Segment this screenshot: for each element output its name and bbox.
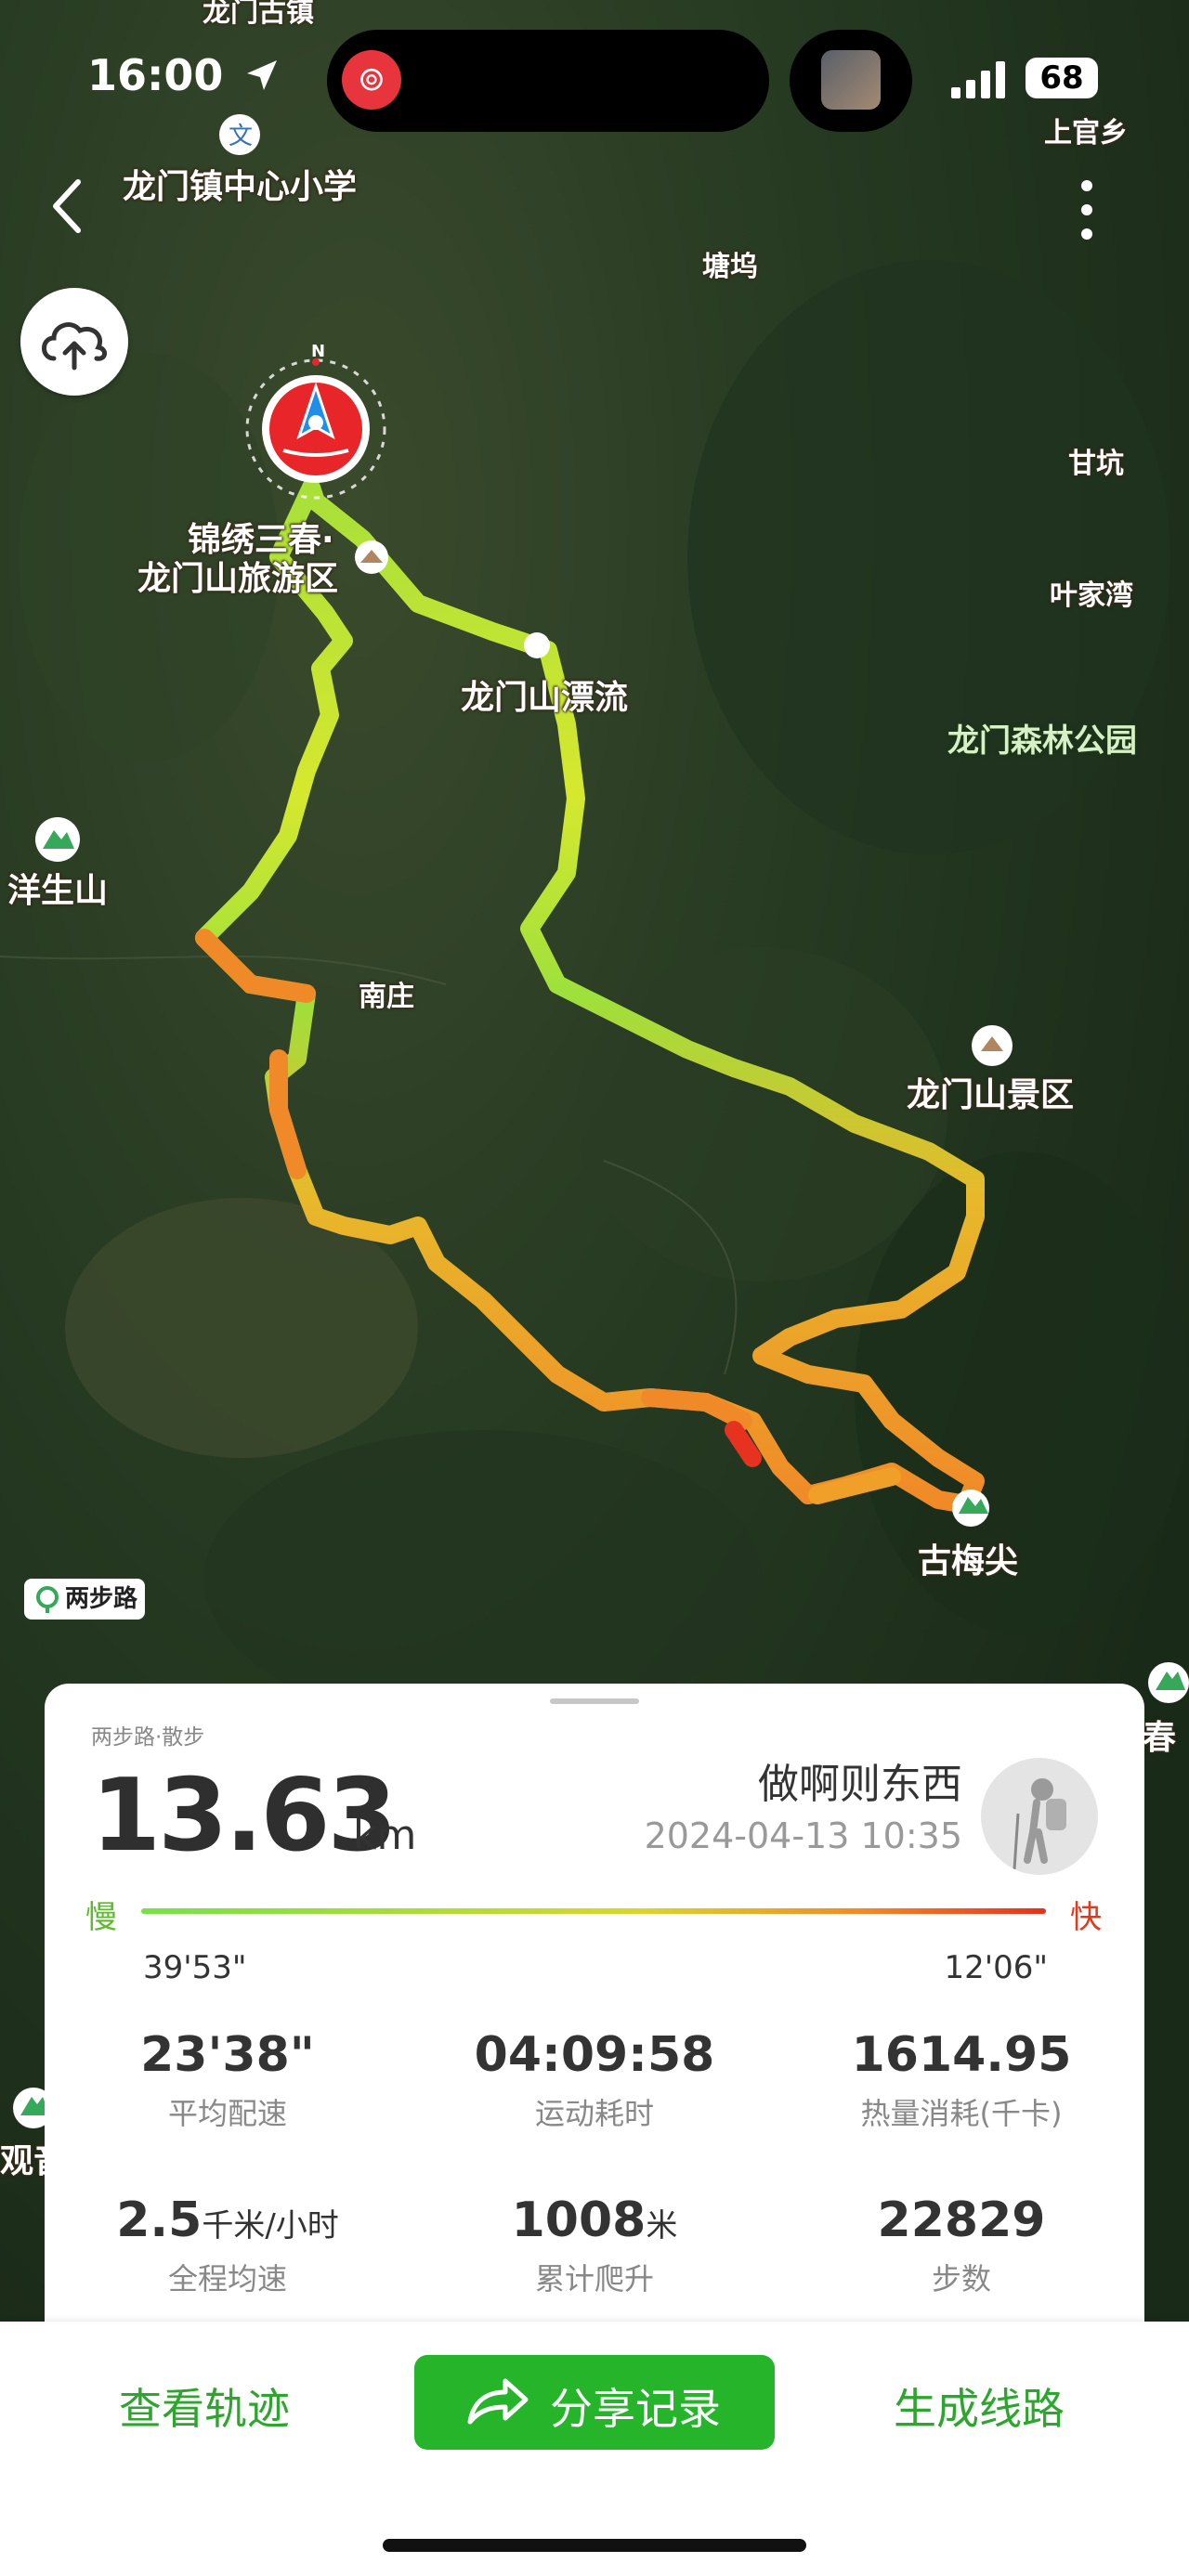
more-vertical-icon: [1081, 180, 1092, 240]
view-track-button[interactable]: 查看轨迹: [119, 2375, 290, 2437]
map-label: 上官乡: [1044, 117, 1128, 150]
distance-unit: km: [353, 1812, 417, 1859]
stat-calories: 1614.95 热量消耗(千卡): [851, 2027, 1072, 2131]
map-label: 龙门古镇: [203, 0, 314, 29]
cellular-signal-icon: [951, 61, 1005, 98]
pace-slowest-value: 39'53": [143, 1949, 247, 1986]
map-label: 龙门森林公园: [947, 722, 1137, 760]
map-label: 龙门镇中心小学: [123, 168, 358, 206]
more-options-button[interactable]: [1068, 173, 1105, 247]
map-label: 龙门山旅游区: [137, 560, 339, 598]
share-arrow-icon: [467, 2378, 529, 2425]
status-time: 16:00: [87, 50, 281, 100]
map-label: 叶家湾: [1050, 579, 1133, 612]
stat-steps: 22829 步数: [877, 2192, 1046, 2296]
map-label: 南庄: [359, 981, 414, 1013]
pace-fastest-value: 12'06": [944, 1949, 1048, 1986]
music-app-icon[interactable]: ⊚: [342, 50, 401, 110]
map-label: 古梅尖: [918, 1542, 1019, 1581]
activity-datetime: 2024-04-13 10:35: [644, 1815, 962, 1856]
app-brand-logo: 两步路: [24, 1579, 145, 1620]
compass-n: N: [311, 342, 325, 361]
map-label: 龙门山漂流: [461, 679, 629, 717]
distance-value: 13.63: [91, 1758, 398, 1874]
rafting-poi-icon: [524, 632, 550, 658]
cloud-upload-icon: [42, 322, 107, 371]
back-button[interactable]: [48, 176, 104, 243]
avatar[interactable]: [981, 1758, 1098, 1875]
stat-avg-speed: 2.5千米/小时 全程均速: [116, 2192, 339, 2296]
upload-button[interactable]: [20, 288, 128, 396]
map-label: 春: [1143, 1719, 1177, 1757]
brand-pin-icon: [36, 1586, 59, 1613]
stat-avg-pace: 23'38" 平均配速: [140, 2027, 315, 2131]
pace-fast-label: 快: [1070, 1899, 1102, 1936]
battery-indicator: 68: [1026, 58, 1098, 98]
media-thumbnail: [821, 50, 881, 110]
map-label: 甘坑: [1068, 448, 1124, 480]
pace-gradient-bar: [141, 1908, 1046, 1914]
home-indicator[interactable]: [383, 2539, 806, 2552]
stat-elevation-gain: 1008米 累计爬升: [511, 2192, 678, 2296]
activity-source: 两步路·散步: [91, 1725, 205, 1750]
chevron-left-icon: [53, 179, 81, 233]
share-record-button[interactable]: 分享记录: [414, 2355, 775, 2450]
username: 做啊则东西: [758, 1761, 962, 1808]
map-label: 龙门山景区: [907, 1076, 1075, 1114]
generate-route-button[interactable]: 生成线路: [894, 2375, 1065, 2437]
map-label: 洋生山: [7, 872, 109, 910]
drag-handle[interactable]: [550, 1698, 639, 1704]
activity-summary-card[interactable]: 两步路·散步 13.63 km 做啊则东西 2024-04-13 10:35 慢…: [45, 1684, 1144, 2334]
stat-duration: 04:09:58 运动耗时: [474, 2027, 715, 2131]
pace-slow-label: 慢: [85, 1899, 117, 1936]
svg-text:文: 文: [229, 123, 253, 150]
map-label: 塘坞: [702, 251, 758, 283]
hiker-icon: [1013, 1778, 1066, 1870]
location-arrow-icon: [247, 60, 278, 90]
